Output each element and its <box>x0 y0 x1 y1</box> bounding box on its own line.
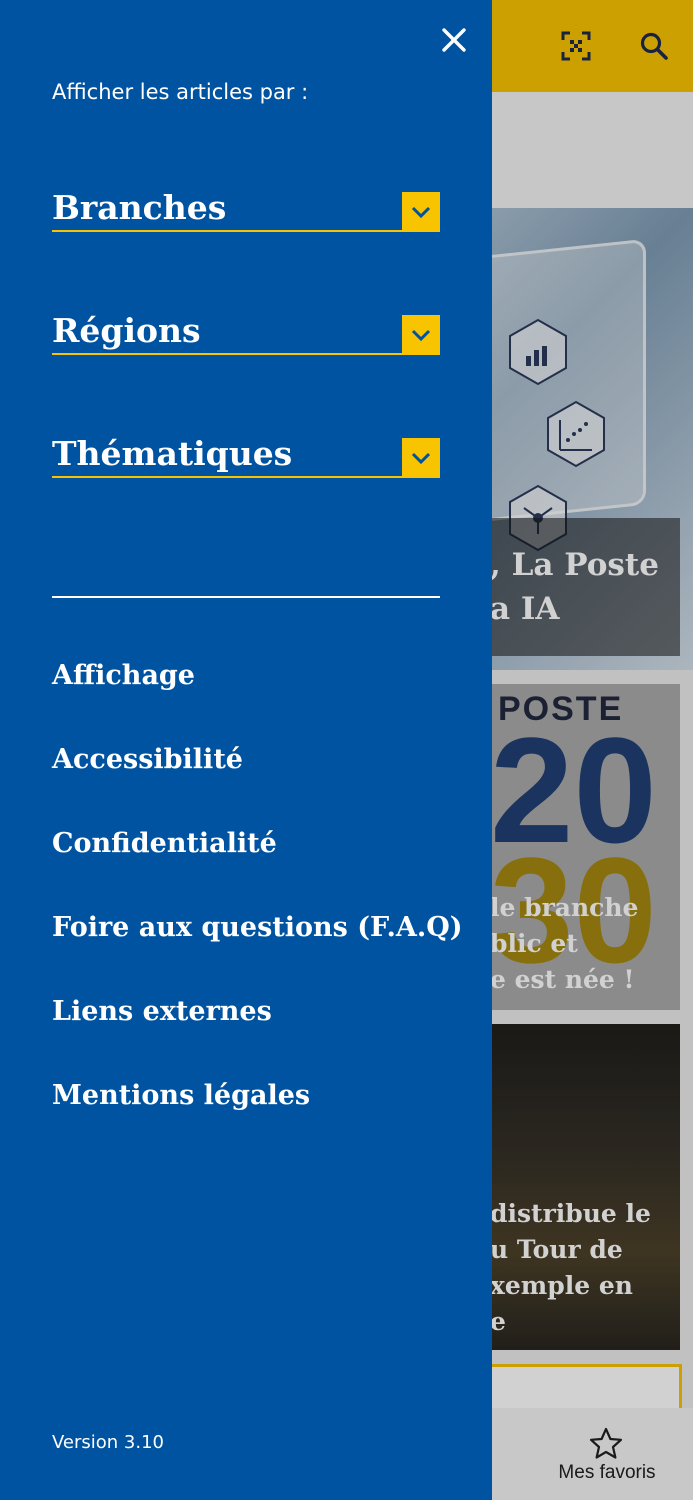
filter-label: Régions <box>52 311 201 350</box>
menu-item-confidentialite[interactable]: Confidentialité <box>52 828 277 859</box>
filter-label: Branches <box>52 188 227 227</box>
filter-thematiques-dropdown[interactable]: Thématiques <box>52 434 440 478</box>
menu-item-liens-externes[interactable]: Liens externes <box>52 996 272 1027</box>
chevron-down-icon[interactable] <box>402 438 440 478</box>
filter-branches-dropdown[interactable]: Branches <box>52 188 440 232</box>
filter-regions-dropdown[interactable]: Régions <box>52 311 440 355</box>
filter-underline <box>52 353 402 355</box>
menu-item-accessibilite[interactable]: Accessibilité <box>52 744 243 775</box>
filter-underline <box>52 230 402 232</box>
menu-item-mentions-legales[interactable]: Mentions légales <box>52 1080 310 1111</box>
drawer-heading: Afficher les articles par : <box>52 80 309 104</box>
menu-item-faq[interactable]: Foire aux questions (F.A.Q) <box>52 912 463 943</box>
filter-underline <box>52 476 402 478</box>
navigation-drawer: Afficher les articles par : Branches Rég… <box>0 0 492 1500</box>
drawer-divider <box>52 596 440 598</box>
filter-label: Thématiques <box>52 434 293 473</box>
menu-item-affichage[interactable]: Affichage <box>52 660 195 691</box>
chevron-down-icon[interactable] <box>402 192 440 232</box>
close-icon[interactable] <box>436 22 472 58</box>
chevron-down-icon[interactable] <box>402 315 440 355</box>
app-version: Version 3.10 <box>52 1432 164 1453</box>
